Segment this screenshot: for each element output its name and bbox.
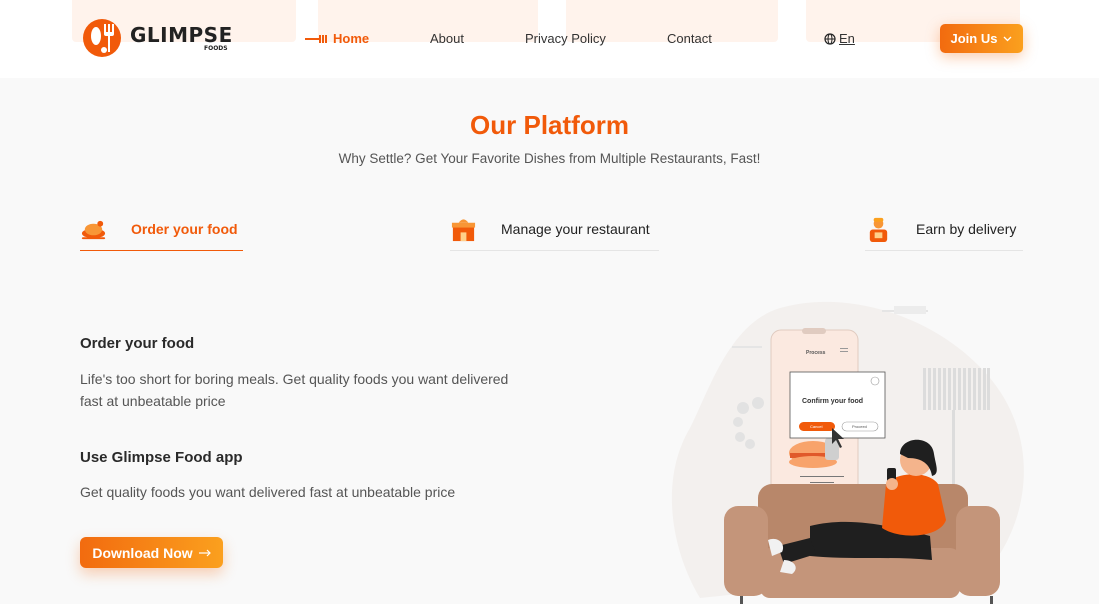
tab-earn-delivery-label: Earn by delivery — [916, 221, 1017, 237]
block-text-order: Life's too short for boring meals. Get q… — [80, 371, 509, 409]
tab-order-food[interactable]: Order your food — [80, 208, 243, 251]
restaurant-icon — [451, 218, 476, 241]
tab-order-food-label: Order your food — [131, 221, 238, 237]
language-label: En — [839, 31, 855, 46]
join-us-button[interactable]: Join Us — [940, 24, 1023, 53]
chevron-down-icon — [1004, 36, 1012, 41]
tab-manage-restaurant-label: Manage your restaurant — [501, 221, 650, 237]
site-header: GLIMPSE FOODS Home About Privacy Policy … — [0, 0, 1099, 78]
language-selector[interactable]: En — [824, 31, 855, 46]
dialog-title-text: Confirm your food — [802, 398, 863, 405]
dialog-proceed-text: Proceed — [852, 424, 867, 429]
tab-earn-delivery[interactable]: Earn by delivery — [865, 208, 1023, 251]
arrow-right-icon — [198, 549, 211, 556]
nav-contact[interactable]: Contact — [667, 31, 712, 46]
chicken-icon — [81, 220, 106, 239]
download-now-label: Download Now — [92, 544, 193, 561]
block-title-app: Use Glimpse Food app — [80, 449, 243, 466]
nav-privacy-policy[interactable]: Privacy Policy — [525, 31, 606, 46]
phone-header-text: Process — [806, 350, 826, 356]
nav-home-label: Home — [333, 31, 370, 46]
nav-about[interactable]: About — [430, 31, 464, 46]
brand-logo[interactable]: GLIMPSE FOODS — [82, 18, 233, 58]
join-us-label: Join Us — [950, 31, 998, 46]
section-subtitle: Why Settle? Get Your Favorite Dishes fro… — [338, 151, 761, 166]
brand-name: GLIMPSE — [130, 22, 233, 47]
brand-sub: FOODS — [204, 44, 228, 52]
delivery-person-icon — [869, 217, 888, 242]
logo-icon — [82, 18, 126, 58]
globe-icon — [824, 32, 836, 45]
platform-illustration: Process Confirm your food Cancel Proceed — [671, 301, 1024, 604]
nav-home[interactable]: Home — [305, 31, 369, 46]
block-title-order: Order your food — [80, 335, 195, 352]
section-title: Our Platform — [470, 110, 629, 140]
dialog-cancel-text: Cancel — [810, 424, 823, 429]
tab-manage-restaurant[interactable]: Manage your restaurant — [450, 208, 659, 251]
download-now-button[interactable]: Download Now — [80, 537, 223, 568]
fork-icon — [305, 34, 327, 43]
block-text-app: Get quality foods you want delivered fas… — [80, 484, 456, 500]
